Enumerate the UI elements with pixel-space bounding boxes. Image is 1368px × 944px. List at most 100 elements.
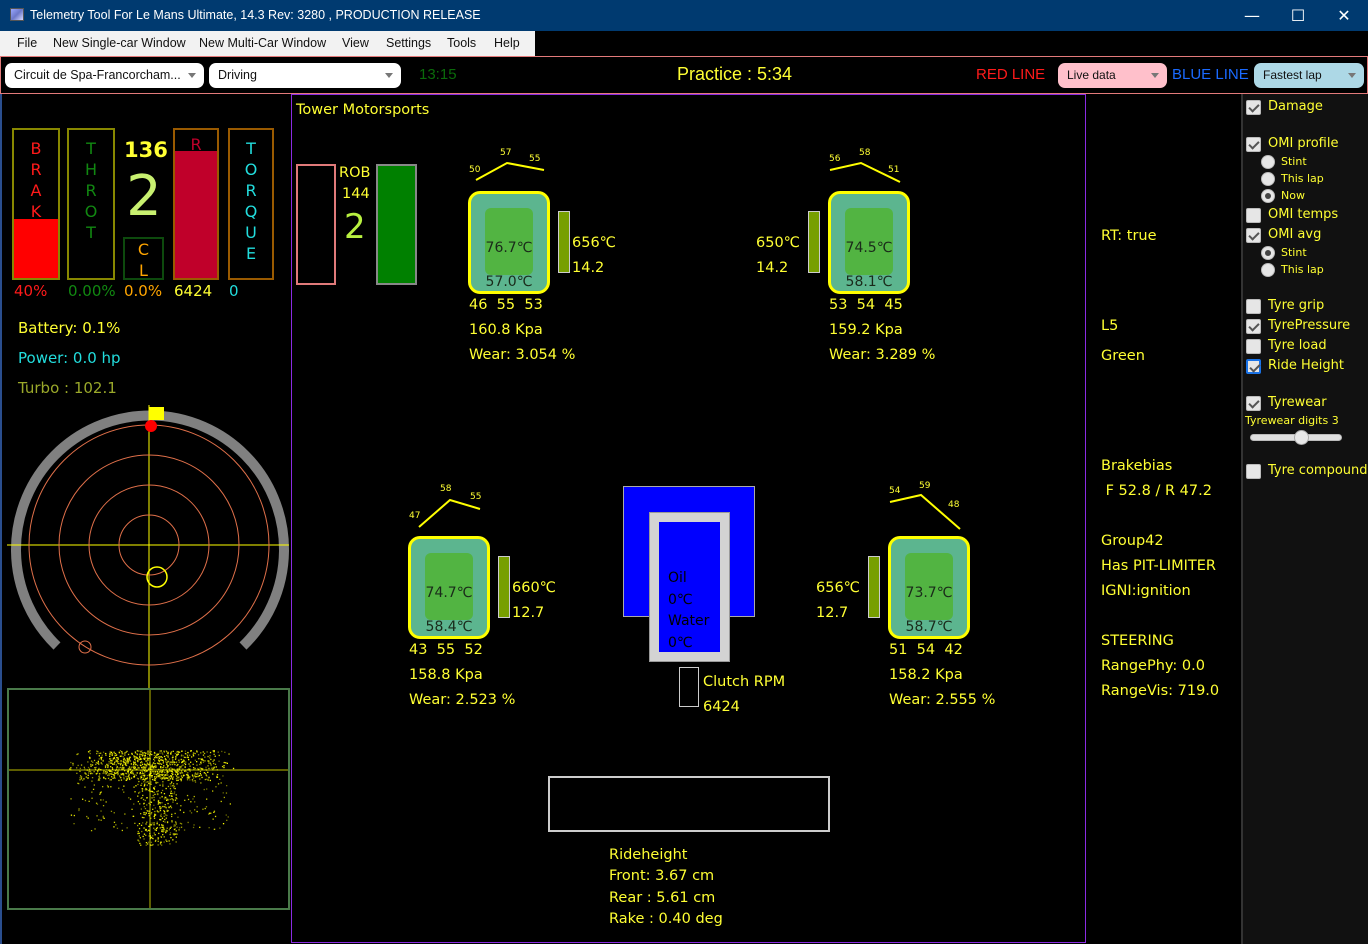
pit-limiter-text: Has PIT-LIMITER xyxy=(1101,558,1216,574)
tyre-inner-temp: 73.7℃ xyxy=(905,585,953,601)
brake-rl-value: 12.7 xyxy=(512,605,545,621)
track-select-value: Circuit de Spa-Francorcham... xyxy=(14,68,181,82)
omi-profile-checkbox[interactable] xyxy=(1246,137,1261,152)
maximize-button[interactable]: ☐ xyxy=(1275,0,1321,31)
tyre-profile-value: 59 xyxy=(919,481,931,491)
water-label: Water xyxy=(668,613,710,629)
driver-left-bar xyxy=(296,164,336,285)
omi-profile-this-lap-label: This lap xyxy=(1281,172,1324,185)
blue-line-select[interactable]: Fastest lap xyxy=(1254,63,1364,88)
tyre-profile-value: 55 xyxy=(529,154,541,164)
left-panel: BRAK 40% THROT 0.00% 136 2 CL 0.0% R 642… xyxy=(0,94,291,944)
tyre-load-label: Tyre load xyxy=(1268,338,1327,353)
omi-avg-checkbox[interactable] xyxy=(1246,228,1261,243)
window-title: Telemetry Tool For Le Mans Ultimate, 14.… xyxy=(30,8,481,22)
power-text: Power: 0.0 hp xyxy=(18,349,121,367)
tyre-profile-line xyxy=(475,161,545,181)
scatter-points xyxy=(69,750,235,846)
tyrewear-digits-slider[interactable] xyxy=(1250,430,1342,445)
tyre-grip-checkbox[interactable] xyxy=(1246,299,1261,314)
menu-file[interactable]: File xyxy=(17,36,37,50)
brake-bar: BRAK xyxy=(12,128,60,280)
tyre-profile-value: 57 xyxy=(500,148,512,158)
menu-new-single-car-window[interactable]: New Single-car Window xyxy=(53,36,186,50)
clutch-box: CL xyxy=(123,237,164,280)
tyre-pressure-checkbox[interactable] xyxy=(1246,319,1261,334)
steering-gauge xyxy=(7,405,289,690)
tyre-profile-value: 56 xyxy=(829,154,841,164)
brake-rr-bar xyxy=(868,556,880,618)
chevron-down-icon xyxy=(1151,73,1159,78)
session-timer: Practice : 5:34 xyxy=(677,64,793,84)
tyre-load-checkbox[interactable] xyxy=(1246,339,1261,354)
minimize-button[interactable]: — xyxy=(1229,0,1275,31)
torque-bar: TORQUE xyxy=(228,128,274,280)
range-phy: RangePhy: 0.0 xyxy=(1101,658,1205,674)
gear: 2 xyxy=(126,164,162,229)
tyrewear-checkbox[interactable] xyxy=(1246,396,1261,411)
g-force-plot xyxy=(7,688,290,910)
tyrewear-label: Tyrewear xyxy=(1268,395,1327,410)
red-line-select[interactable]: Live data xyxy=(1058,63,1167,88)
omi-avg-stint-label: Stint xyxy=(1281,246,1307,259)
menu-new-multi-car-window[interactable]: New Multi-Car Window xyxy=(199,36,326,50)
track-select[interactable]: Circuit de Spa-Francorcham... xyxy=(5,63,204,88)
driver-right-bar xyxy=(376,164,417,285)
blue-line-select-value: Fastest lap xyxy=(1263,68,1322,82)
tyre-profile-line xyxy=(418,498,481,528)
tyre-inner-temp: 74.5℃ xyxy=(845,240,893,256)
tyre-fr-profile: 56 58 51 xyxy=(822,148,942,183)
brakebias-label: Brakebias xyxy=(1101,458,1173,474)
omi-profile-radio-stint[interactable] xyxy=(1261,155,1275,169)
tyre-fr-pressure: 159.2 Kpa xyxy=(829,322,903,338)
tyre-profile-value: 54 xyxy=(889,486,901,496)
tyrewear-digits-label: Tyrewear digits 3 xyxy=(1245,414,1339,427)
brake-rl-bar xyxy=(498,556,510,618)
tyre-fl-surface: 46 55 53 xyxy=(469,297,543,313)
brake-fl-bar xyxy=(558,211,570,273)
omi-profile-stint-label: Stint xyxy=(1281,155,1307,168)
tyre-profile-value: 48 xyxy=(948,500,960,510)
rideheight-box xyxy=(548,776,830,832)
throttle-bar: THROT xyxy=(67,128,115,280)
menu-tools[interactable]: Tools xyxy=(447,36,476,50)
slider-thumb[interactable] xyxy=(1293,430,1309,445)
blue-line-label: BLUE LINE xyxy=(1172,66,1249,83)
driver-number: 144 xyxy=(342,186,370,202)
close-button[interactable]: ✕ xyxy=(1321,0,1367,31)
g-force-scatter xyxy=(9,690,288,908)
tyre-carcass-temp: 58.4℃ xyxy=(425,619,473,635)
tyre-fl-pressure: 160.8 Kpa xyxy=(469,322,543,338)
turbo-text: Turbo : 102.1 xyxy=(18,379,117,397)
tyre-profile-value: 58 xyxy=(440,484,452,494)
tyre-profile-value: 47 xyxy=(409,511,421,521)
flag-status: Green xyxy=(1101,348,1145,364)
omi-profile-radio-this-lap[interactable] xyxy=(1261,172,1275,186)
range-vis: RangeVis: 719.0 xyxy=(1101,683,1220,699)
tyre-carcass-temp: 57.0℃ xyxy=(485,274,533,290)
tyre-fr-wear: Wear: 3.289 % xyxy=(829,347,936,363)
menu-settings[interactable]: Settings xyxy=(386,36,431,50)
menu-help[interactable]: Help xyxy=(494,36,520,50)
omi-avg-radio-stint[interactable] xyxy=(1261,246,1275,260)
tyre-rl-pressure: 158.8 Kpa xyxy=(409,667,483,683)
options-panel: Damage OMI profile Stint This lap Now OM… xyxy=(1241,94,1368,944)
tyre-rr-pressure: 158.2 Kpa xyxy=(889,667,963,683)
tyre-rl-wear: Wear: 2.523 % xyxy=(409,692,516,708)
mode-select[interactable]: Driving xyxy=(209,63,401,88)
omi-profile-now-label: Now xyxy=(1281,189,1305,202)
tyre-compound-checkbox[interactable] xyxy=(1246,464,1261,479)
group-text: Group42 xyxy=(1101,533,1164,549)
ride-height-checkbox[interactable] xyxy=(1246,359,1261,374)
menu-view[interactable]: View xyxy=(342,36,369,50)
brake-rl-temp: 660℃ xyxy=(512,580,556,596)
omi-profile-radio-now[interactable] xyxy=(1261,189,1275,203)
tyre-profile-value: 55 xyxy=(470,492,482,502)
rt-status: RT: true xyxy=(1101,228,1157,244)
omi-avg-this-lap-label: This lap xyxy=(1281,263,1324,276)
chevron-down-icon xyxy=(385,73,393,78)
omi-temps-checkbox[interactable] xyxy=(1246,208,1261,223)
omi-avg-radio-this-lap[interactable] xyxy=(1261,263,1275,277)
clock: 13:15 xyxy=(419,66,457,83)
damage-checkbox[interactable] xyxy=(1246,100,1261,115)
